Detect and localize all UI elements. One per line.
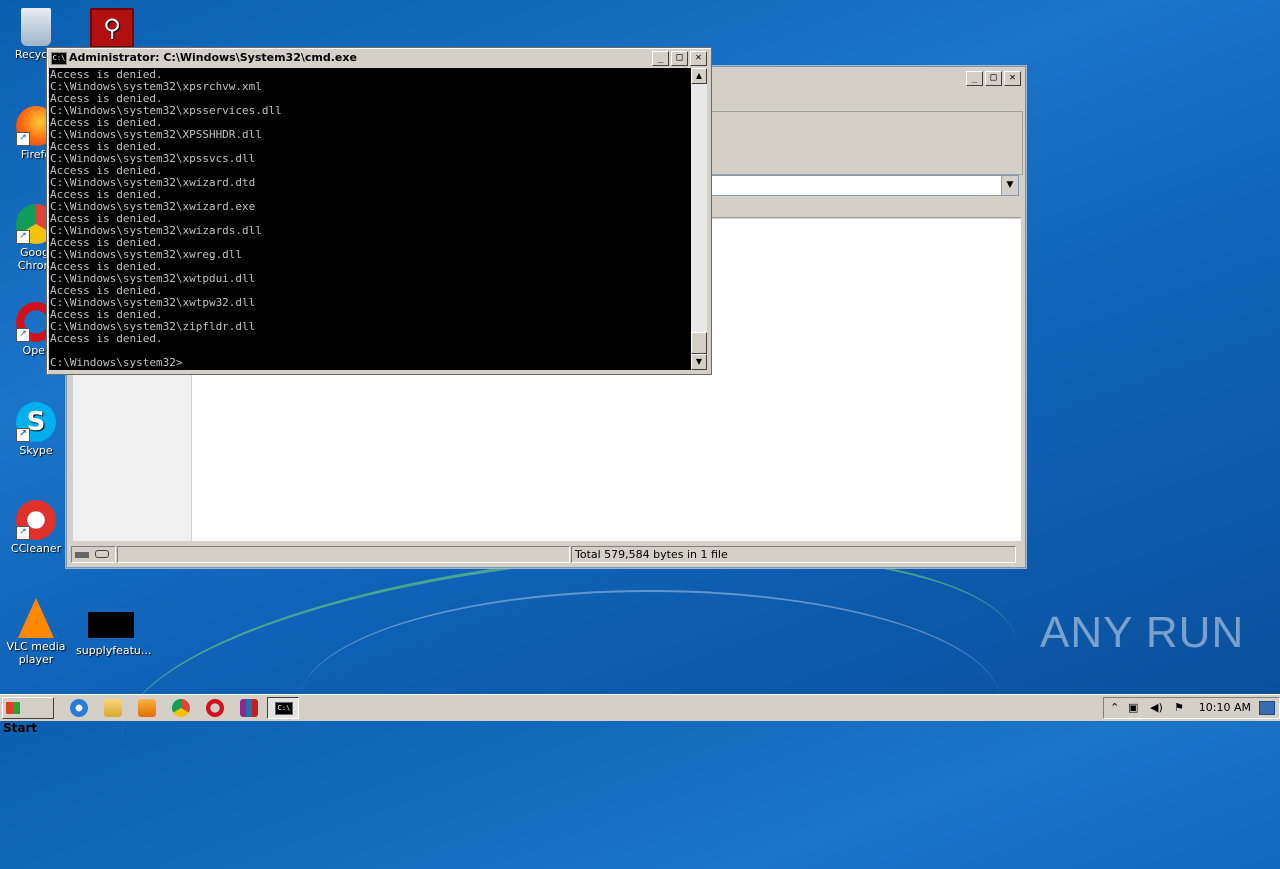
maximize-button[interactable]: □ bbox=[985, 71, 1002, 86]
minimize-button[interactable]: _ bbox=[966, 71, 983, 86]
anyrun-watermark: ANY RUN bbox=[1040, 608, 1245, 657]
desktop-icon-vlc[interactable]: VLC media player bbox=[4, 598, 68, 666]
desktop-icon-supplyfeatu[interactable]: supplyfeatu... bbox=[76, 612, 152, 657]
scroll-up-arrow-icon[interactable]: ▲ bbox=[691, 68, 707, 84]
skype-icon: S ↗ bbox=[16, 402, 56, 442]
shortcut-arrow-icon: ↗ bbox=[16, 428, 30, 442]
desktop-icon-ccleaner[interactable]: ↗ CCleaner bbox=[4, 500, 68, 555]
cmd-window[interactable]: C:\ Administrator: C:\Windows\System32\c… bbox=[46, 47, 712, 375]
show-hidden-icon[interactable]: ⌃ bbox=[1110, 701, 1119, 715]
scroll-thumb[interactable] bbox=[691, 332, 707, 354]
ccleaner-icon: ↗ bbox=[16, 500, 56, 540]
desktop-icon-acrobat[interactable]: ⚲ bbox=[80, 8, 144, 50]
path-combobox[interactable]: ▼ bbox=[711, 175, 1019, 196]
windows-logo-icon bbox=[6, 702, 20, 714]
recycle-bin-icon bbox=[21, 8, 51, 46]
start-label: Start bbox=[3, 721, 38, 735]
close-button[interactable]: ✕ bbox=[690, 51, 707, 66]
vlc-icon bbox=[18, 598, 54, 638]
shortcut-arrow-icon: ↗ bbox=[16, 328, 30, 342]
console-line: C:\Windows\system32> bbox=[50, 356, 183, 369]
desktop-icon-label-2: player bbox=[18, 653, 54, 666]
winrar-icon[interactable] bbox=[240, 699, 258, 717]
desktop-icon-label: VLC media bbox=[6, 640, 66, 653]
network-icon[interactable]: ▣ bbox=[1128, 701, 1138, 715]
status-bar: Total 579,584 bytes in 1 file bbox=[71, 545, 1021, 563]
desktop-icon-label: supplyfeatu... bbox=[76, 644, 152, 657]
console-line: Access is denied. bbox=[50, 332, 163, 345]
shortcut-arrow-icon: ↗ bbox=[16, 526, 30, 540]
media-player-icon[interactable] bbox=[138, 699, 156, 717]
close-button[interactable]: ✕ bbox=[1004, 71, 1021, 86]
acrobat-icon: ⚲ bbox=[90, 8, 134, 48]
desktop-icon-skype[interactable]: S ↗ Skype bbox=[4, 402, 68, 457]
opera-icon[interactable] bbox=[206, 699, 224, 717]
key-icon bbox=[94, 550, 109, 558]
console-scrollbar[interactable]: ▲ ▼ bbox=[691, 68, 707, 370]
maximize-button[interactable]: □ bbox=[671, 51, 688, 66]
desktop-icon-label: CCleaner bbox=[10, 542, 62, 555]
drive-icon bbox=[75, 552, 89, 558]
ie-icon[interactable] bbox=[70, 699, 88, 717]
cmd-window-controls: _ □ ✕ bbox=[652, 51, 707, 66]
console-text: Access is denied. C:\Windows\system32\xps… bbox=[49, 68, 691, 369]
shortcut-arrow-icon: ↗ bbox=[16, 132, 30, 146]
cmd-title: Administrator: C:\Windows\System32\cmd.e… bbox=[69, 51, 357, 64]
start-button[interactable]: Start bbox=[2, 697, 54, 735]
status-text: Total 579,584 bytes in 1 file bbox=[571, 546, 1016, 563]
status-cell-empty bbox=[117, 546, 570, 563]
toolbar-area bbox=[711, 111, 1023, 175]
chrome-icon[interactable] bbox=[172, 699, 190, 717]
status-cell-drive bbox=[71, 546, 116, 563]
console-output[interactable]: Access is denied. C:\Windows\system32\xps… bbox=[49, 68, 691, 370]
desktop-icon-label: Skype bbox=[19, 444, 53, 457]
chevron-down-icon[interactable]: ▼ bbox=[1001, 176, 1018, 195]
window-controls: _ □ ✕ bbox=[966, 71, 1021, 86]
taskbar: Start C:\ ⌃ ▣ ◀) ⚑ 10:10 AM bbox=[0, 694, 1280, 735]
volume-icon[interactable]: ◀) bbox=[1150, 701, 1163, 715]
cmd-task-button[interactable]: C:\ bbox=[267, 697, 299, 719]
shortcut-arrow-icon: ↗ bbox=[16, 230, 30, 244]
cmd-icon: C:\ bbox=[275, 702, 293, 715]
cmd-icon: C:\ bbox=[51, 52, 67, 65]
action-center-flag-icon[interactable]: ⚑ bbox=[1174, 701, 1184, 715]
column-header[interactable] bbox=[711, 203, 1021, 218]
exe-file-icon bbox=[88, 612, 134, 638]
scroll-down-arrow-icon[interactable]: ▼ bbox=[691, 354, 707, 370]
system-tray: ⌃ ▣ ◀) ⚑ 10:10 AM bbox=[1103, 697, 1280, 719]
show-desktop-button[interactable] bbox=[1259, 701, 1275, 715]
clock[interactable]: 10:10 AM bbox=[1199, 701, 1251, 715]
folder-icon[interactable] bbox=[104, 699, 122, 717]
cmd-titlebar[interactable]: C:\ Administrator: C:\Windows\System32\c… bbox=[48, 49, 710, 67]
minimize-button[interactable]: _ bbox=[652, 51, 669, 66]
